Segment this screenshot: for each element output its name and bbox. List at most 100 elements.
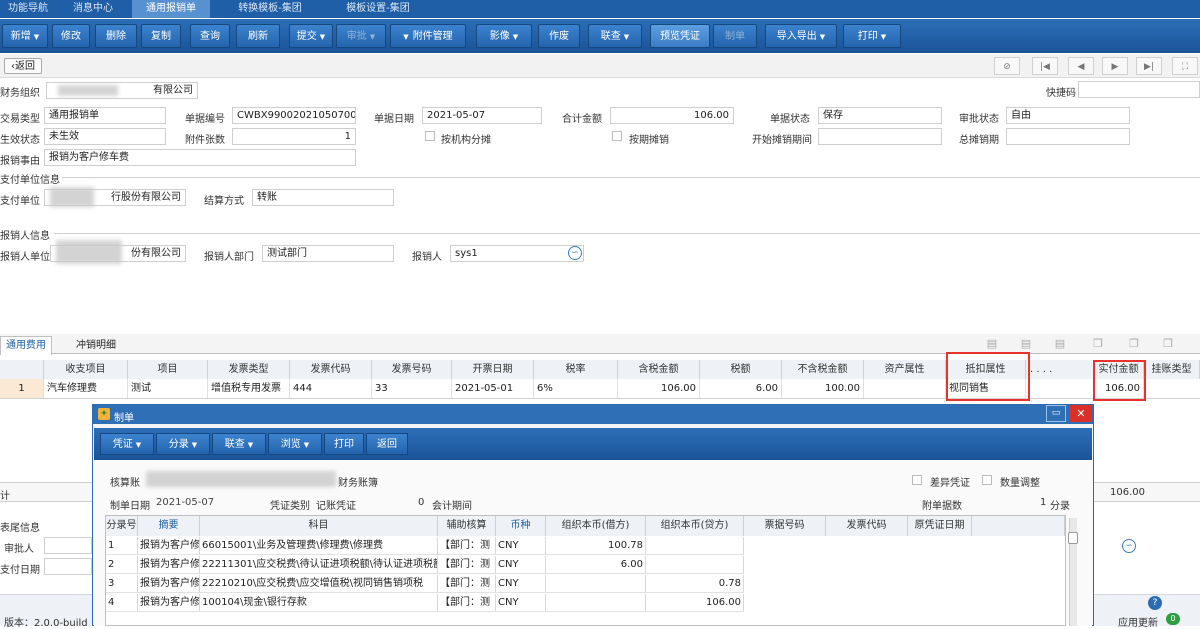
entry-cell[interactable]: CNY (496, 556, 546, 574)
copy-row-icon[interactable]: ❐ (1090, 338, 1106, 352)
voucher-menu-button[interactable]: 凭证 ▼ (100, 433, 154, 455)
grid-cell[interactable] (864, 379, 946, 398)
diff-voucher-checkbox[interactable] (912, 475, 922, 485)
pay-date-field[interactable] (44, 558, 92, 575)
entry-menu-button[interactable]: 分录 ▼ (156, 433, 210, 455)
reason-field[interactable]: 报销为客户修车费 (44, 149, 356, 166)
settle-method-field[interactable]: 转账 (252, 189, 394, 206)
void-button[interactable]: 作废 (538, 24, 580, 48)
entry-cell[interactable]: 3 (106, 575, 138, 593)
chat-icon[interactable]: ∽ (1122, 539, 1136, 553)
refresh-button[interactable]: 刷新 (236, 24, 280, 48)
entry-cell[interactable]: 2 (106, 556, 138, 574)
grid-cell[interactable]: 2021-05-01 (452, 379, 534, 398)
tab-function-nav[interactable]: 功能导航 (0, 0, 56, 18)
claimant-dept-field[interactable]: 测试部门 (262, 245, 394, 262)
approver-field[interactable] (44, 537, 92, 554)
entry-cell[interactable]: 100104\现金\银行存款 (200, 594, 438, 612)
grid-cell[interactable]: 6.00 (700, 379, 782, 398)
entry-cell[interactable]: 4 (106, 594, 138, 612)
bill-no-field[interactable]: CWBX990020210507000 (232, 107, 356, 124)
approve-status-field[interactable]: 自由 (1006, 107, 1130, 124)
grid-cell[interactable]: 汽车修理费 (44, 379, 128, 398)
insert-row-icon[interactable]: ▤ (1018, 338, 1034, 352)
grid-cell[interactable]: 增值税专用发票 (208, 379, 290, 398)
entry-cell[interactable]: 报销为客户修 (138, 537, 200, 555)
effect-status-field[interactable]: 未生效 (44, 128, 166, 145)
claimant-field[interactable]: sys1 (450, 245, 584, 262)
entry-cell[interactable]: 【部门：测 (438, 537, 496, 555)
fullscreen-icon[interactable]: ⛶ (1172, 57, 1198, 75)
tab-convert-template[interactable]: 转换模板-集团 (220, 0, 320, 18)
qty-adjust-checkbox[interactable] (982, 475, 992, 485)
scrollbar-thumb[interactable] (1068, 532, 1078, 544)
total-period-field[interactable] (1006, 128, 1130, 145)
preview-voucher-button[interactable]: 预览凭证 (650, 24, 710, 48)
entry-cell[interactable]: CNY (496, 537, 546, 555)
entry-cell[interactable]: 6.00 (546, 556, 646, 574)
dialog-print-button[interactable]: 打印 (324, 433, 364, 455)
image-button[interactable]: 影像 ▼ (476, 24, 532, 48)
next-page-icon[interactable]: ▶ (1102, 57, 1128, 75)
entry-cell[interactable]: 报销为客户修 (138, 575, 200, 593)
entry-cell[interactable] (546, 575, 646, 593)
tab-message-center[interactable]: 消息中心 (58, 0, 128, 18)
make-voucher-button[interactable]: 制单 (713, 24, 757, 48)
entry-cell[interactable]: 【部门：测 (438, 594, 496, 612)
grid-cell[interactable]: 100.00 (782, 379, 864, 398)
print-button[interactable]: 打印 ▼ (843, 24, 901, 48)
start-period-field[interactable] (818, 128, 942, 145)
first-page-icon[interactable]: |◀ (1032, 57, 1058, 75)
submit-button[interactable]: 提交 ▼ (289, 24, 333, 48)
tab-template-settings[interactable]: 模板设置-集团 (328, 0, 428, 18)
entry-cell[interactable]: 66015001\业务及管理费\修理费\修理费 (200, 537, 438, 555)
entry-cell[interactable]: 报销为客户修 (138, 594, 200, 612)
entry-cell[interactable]: 1 (106, 537, 138, 555)
browse-menu-button[interactable]: 浏览 ▼ (268, 433, 322, 455)
by-org-checkbox[interactable] (425, 131, 435, 141)
query-button[interactable]: 查询 (190, 24, 230, 48)
entry-cell[interactable]: CNY (496, 594, 546, 612)
edit-button[interactable]: 修改 (52, 24, 90, 48)
grid-cell[interactable]: 106.00 (618, 379, 700, 398)
close-icon[interactable]: ✕ (1070, 405, 1092, 422)
back-button[interactable]: ‹返回 (4, 58, 42, 74)
attach-count-field[interactable]: 1 (232, 128, 356, 145)
entry-cell[interactable]: 22210210\应交税费\应交增值税\视同销售销项税 (200, 575, 438, 593)
copy-button[interactable]: 复制 (141, 24, 181, 48)
link-query-button[interactable]: 联查 ▼ (588, 24, 642, 48)
quick-code-input[interactable] (1078, 81, 1200, 98)
add-row-icon[interactable]: ▤ (984, 338, 1000, 352)
help-icon[interactable]: ? (1148, 596, 1162, 610)
app-update-label[interactable]: 应用更新 (1118, 614, 1158, 629)
add-button[interactable]: 新增 ▼ (2, 24, 48, 48)
last-page-icon[interactable]: ▶| (1136, 57, 1162, 75)
link-menu-button[interactable]: 联查 ▼ (212, 433, 266, 455)
delete-row-icon[interactable]: ▤ (1052, 338, 1068, 352)
total-amount-field[interactable]: 106.00 (610, 107, 734, 124)
paste-row-icon[interactable]: ❐ (1126, 338, 1142, 352)
entry-cell[interactable]: 22211301\应交税费\待认证进项税额\待认证进项税额 (200, 556, 438, 574)
bill-status-field[interactable]: 保存 (818, 107, 942, 124)
grid-cell[interactable]: 6% (534, 379, 618, 398)
grid-cell[interactable]: 444 (290, 379, 372, 398)
attachment-icon[interactable]: ⊘ (994, 57, 1020, 75)
entry-cell[interactable] (646, 537, 744, 555)
entry-cell[interactable]: CNY (496, 575, 546, 593)
entry-cell[interactable]: 【部门：测 (438, 556, 496, 574)
dialog-back-button[interactable]: 返回 (366, 433, 408, 455)
grid-cell[interactable]: 33 (372, 379, 452, 398)
by-period-checkbox[interactable] (612, 131, 622, 141)
entry-cell[interactable]: 0.78 (646, 575, 744, 593)
entry-cell[interactable]: 【部门：测 (438, 575, 496, 593)
trade-type-field[interactable]: 通用报销单 (44, 107, 166, 124)
entry-cell[interactable]: 106.00 (646, 594, 744, 612)
tab-expense-claim[interactable]: 通用报销单 (132, 0, 210, 18)
chat-icon[interactable]: ∽ (568, 246, 582, 260)
attachment-button[interactable]: ▼ 附件管理 (390, 24, 466, 48)
maximize-icon[interactable]: ▭ (1046, 405, 1066, 422)
entry-cell[interactable]: 100.78 (546, 537, 646, 555)
entry-cell[interactable] (646, 556, 744, 574)
entry-cell[interactable] (546, 594, 646, 612)
grid-cell[interactable]: 测试 (128, 379, 208, 398)
